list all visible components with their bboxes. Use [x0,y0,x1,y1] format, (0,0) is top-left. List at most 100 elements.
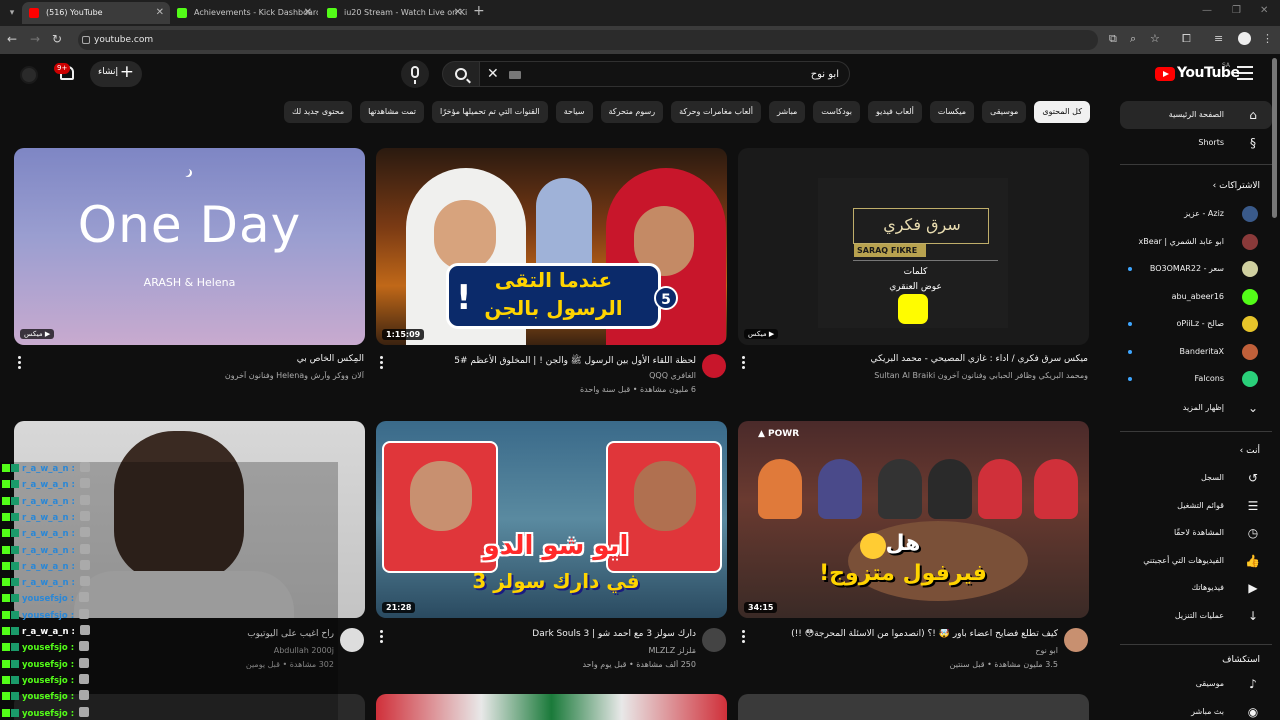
you-header[interactable]: أنت › [1120,441,1272,461]
video-title[interactable]: لحظة اللقاء الأول بين الرسول ﷺ والجن ! |… [400,354,696,368]
channel-avatar[interactable] [702,628,726,652]
close-tab-icon[interactable]: ✕ [156,2,164,24]
filter-chip[interactable]: بودكاست [813,101,861,123]
media-control-icon[interactable]: ≡ [1214,32,1223,45]
filter-chip[interactable]: كل المحتوى [1034,101,1090,123]
sidebar-item-subscription[interactable]: Aziz - عزيز [1120,200,1272,228]
bookmark-star-icon[interactable]: ☆ [1150,32,1160,45]
more-options-icon[interactable] [740,630,746,644]
microphone-icon [411,66,419,78]
new-tab-icon[interactable]: + [473,3,485,19]
forward-icon[interactable]: → [30,32,40,46]
kick-badge-icon [2,578,10,587]
video-channel[interactable]: مَلزلز MLZLZ [400,646,696,655]
video-thumbnail[interactable]: سرق فكري SARAQ FIKRE كلمات عوض العنقري م… [738,148,1089,345]
create-button[interactable]: + إنشاء [90,61,142,87]
voice-search-button[interactable] [401,60,429,88]
subscriber-badge-icon [11,496,19,505]
more-options-icon[interactable] [378,356,384,370]
video-thumbnail[interactable]: One Day ARASH & Helena ميكس ▶ [14,148,365,345]
page-scrollbar[interactable] [1272,58,1277,218]
filter-chip[interactable]: موسيقى [982,101,1027,123]
reload-icon[interactable]: ↻ [52,32,62,46]
video-channel[interactable]: ابو نوح [762,646,1058,655]
subscriber-badge-icon [11,464,19,472]
extensions-icon[interactable]: ⧠ [1182,32,1191,46]
video-title[interactable]: كيف تطلع فضايح اعضاء باور 🤯 !؟ (انصدموا … [762,629,1058,639]
sidebar-item-live[interactable]: ◉ بث مباشر [1120,698,1272,720]
sidebar-item-home[interactable]: ⌂ الصفحة الرئيسية [1120,101,1272,129]
browser-profile-avatar[interactable] [1238,32,1251,45]
close-tab-icon[interactable]: ✕ [304,2,312,24]
video-thumbnail[interactable]: ▲ POWR هل فيرفول متزوج! 34:15 [738,421,1089,618]
subscriber-badge-icon [11,692,19,701]
sidebar-item-shorts[interactable]: § Shorts [1120,129,1272,157]
filter-chip[interactable]: ألعاب مغامرات وحركة [671,101,762,123]
tab-kick-dashboard[interactable]: Achievements - Kick Dashboard ✕ [170,2,318,24]
sidebar-item-label: موسيقى [1195,679,1224,688]
channel-avatar[interactable] [340,628,364,652]
sidebar-item-watch-later[interactable]: ◷ المشاهدة لاحقًا [1120,519,1272,547]
filter-chip[interactable]: تمت مشاهدتها [360,101,425,123]
watch-later-icon: ◷ [1247,526,1259,540]
more-options-icon[interactable] [378,630,384,644]
filter-chip[interactable]: مباشر [769,101,806,123]
sidebar-item-history[interactable]: ↺ السجل [1120,464,1272,492]
video-channel[interactable]: آلان ووكر وآرش وHelena وفنانون آخرون [40,371,364,380]
filter-chip[interactable]: سياحة [555,101,593,123]
back-icon[interactable]: ← [7,32,17,46]
site-info-icon[interactable] [82,36,90,44]
tab-kick-stream[interactable]: iu20 Stream - Watch Live on Ki ✕ [320,2,468,24]
sidebar-item-subscription[interactable]: abu_abeer16 [1120,283,1272,311]
filter-chip[interactable]: ميكسات [929,101,975,123]
tab-search-icon[interactable]: ▾ [4,5,20,21]
video-title[interactable]: ميكس سرق فكري / اداء : غازي المصيحي - مح… [762,354,1089,364]
chat-username: yousefsjo [22,692,68,703]
maximize-icon[interactable]: ❐ [1232,5,1241,16]
sidebar-item-subscription[interactable]: ابو عابد الشمري | xBear [1120,228,1272,256]
sidebar-item-subscription[interactable]: BanderitaX [1120,338,1272,366]
video-title[interactable]: المِكس الخاص بي [40,354,364,364]
search-button[interactable] [442,61,480,87]
more-options-icon[interactable] [740,356,746,370]
mix-badge: ميكس ▶ [20,329,55,339]
filter-chip[interactable]: رسوم متحركة [600,101,664,123]
account-avatar[interactable] [20,66,38,84]
url-field[interactable]: youtube.com [78,30,1098,50]
close-window-icon[interactable]: ✕ [1260,5,1268,16]
subscriptions-header[interactable]: الاشتراكات › [1120,176,1272,196]
sidebar-item-playlists[interactable]: ☰ قوائم التشغيل [1120,492,1272,520]
install-app-icon[interactable]: ⧉ [1109,32,1117,46]
browser-menu-icon[interactable]: ⋮ [1262,32,1273,45]
sidebar-item-download[interactable]: ↓ عمليات التنزيل [1120,602,1272,630]
search-input[interactable]: ابو نوح ✕ [478,61,850,87]
minimize-icon[interactable]: — [1202,5,1212,16]
video-thumbnail[interactable]: عندما التقى الرسول بالجن 5 ! 1:15:09 [376,148,727,345]
filter-chip[interactable]: ألعاب فيديو [868,101,922,123]
filter-chip[interactable]: القنوات التي تم تحميلها مؤخرًا [432,101,548,123]
tab-youtube[interactable]: (516) YouTube ✕ [22,2,170,24]
sidebar-item-like[interactable]: 👍 الفيديوهات التي أعجبتني [1120,547,1272,575]
close-tab-icon[interactable]: ✕ [454,2,462,24]
sidebar-item-music[interactable]: ♪ موسيقى [1120,670,1272,698]
moon-graphic [182,168,190,176]
more-options-icon[interactable] [16,356,22,370]
sidebar-show-more[interactable]: ⌄ إظهار المزيد [1120,394,1272,422]
sidebar-item-subscription[interactable]: صالح - oPiiLz [1120,310,1272,338]
channel-avatar[interactable] [1064,628,1088,652]
video-thumbnail[interactable] [376,694,727,720]
zoom-icon[interactable]: ⌕ [1130,32,1136,46]
video-channel[interactable]: ومحمد البريكي وظافر الحبابي وفنانون آخرو… [762,371,1088,380]
video-channel[interactable]: الغافري QQQ [400,371,696,380]
channel-avatar[interactable] [702,354,726,378]
video-thumbnail[interactable] [738,694,1089,720]
sidebar-item-your-videos[interactable]: ▶ فيديوهاتك [1120,574,1272,602]
keyboard-icon[interactable] [509,71,521,79]
video-thumbnail[interactable]: ابو شو الدو في دارك سولز 3 21:28 [376,421,727,618]
filter-chip[interactable]: محتوى جديد لك [284,101,353,123]
person-graphic [818,459,862,519]
sidebar-item-subscription[interactable]: Falcons [1120,365,1272,393]
sidebar-item-subscription[interactable]: سعر - BO3OMAR22 [1120,255,1272,283]
clear-search-icon[interactable]: ✕ [487,66,499,82]
video-title[interactable]: دارك سولز 3 مع احمد شو | Dark Souls 3 [400,629,696,639]
